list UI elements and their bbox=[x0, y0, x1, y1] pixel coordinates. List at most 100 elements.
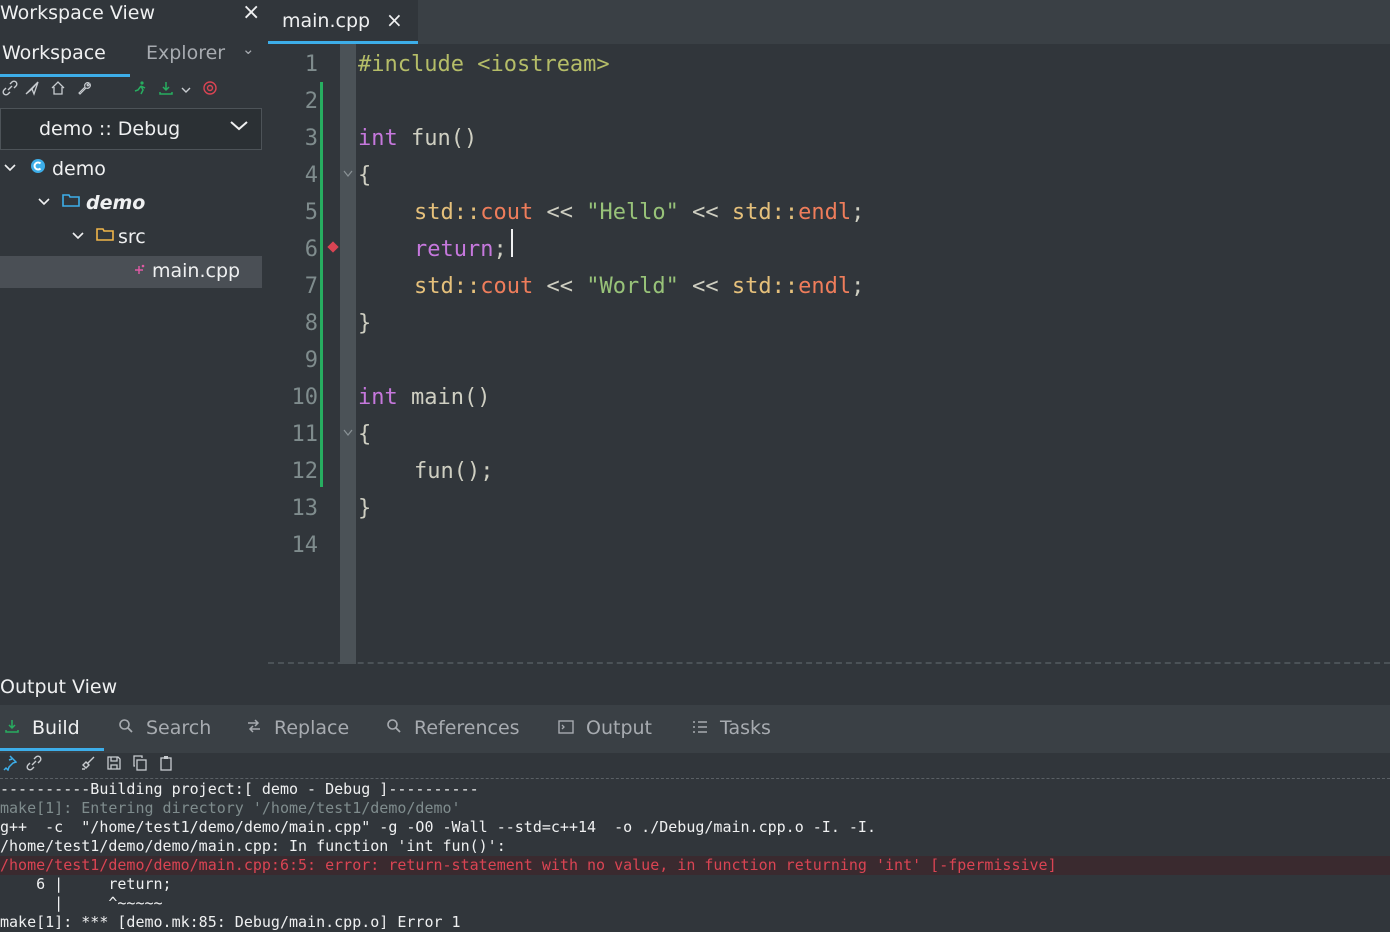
code-editor[interactable]: #include <iostream> int fun() { std::cou… bbox=[358, 44, 1388, 664]
output-panel-title: Output View bbox=[0, 676, 118, 698]
code-line-3: int fun() bbox=[358, 126, 477, 151]
workspace-tree: demo demo src main.cpp bbox=[0, 154, 262, 304]
code-token: ; bbox=[493, 237, 507, 262]
stop-icon[interactable] bbox=[200, 80, 220, 102]
tab-tasks[interactable]: Tasks bbox=[692, 717, 771, 739]
tab-label: Replace bbox=[274, 717, 350, 739]
pin-icon[interactable] bbox=[0, 755, 20, 777]
close-icon[interactable]: × bbox=[242, 0, 260, 25]
code-line-4: { bbox=[358, 163, 371, 188]
tab-workspace[interactable]: Workspace bbox=[2, 42, 106, 64]
code-token: endl bbox=[798, 200, 852, 225]
link-icon[interactable] bbox=[0, 80, 20, 102]
tree-item-workspace[interactable]: demo bbox=[0, 154, 262, 186]
tab-label: Build bbox=[32, 717, 80, 739]
line-number: 9 bbox=[304, 348, 318, 373]
workspace-tabs: Workspace Explorer ⌄ bbox=[0, 38, 262, 78]
code-token: "World" bbox=[586, 274, 679, 299]
active-tab-indicator bbox=[0, 74, 130, 77]
line-number: 4 bbox=[304, 163, 318, 188]
fold-toggle-icon[interactable] bbox=[343, 168, 353, 181]
line-number-gutter: 1 2 3 4 5 6 7 8 9 10 11 12 13 14 bbox=[268, 44, 340, 664]
log-line: | ^~~~~~ bbox=[0, 894, 163, 912]
build-icon[interactable] bbox=[156, 80, 176, 102]
chevron-down-icon[interactable]: ⌄ bbox=[242, 40, 255, 58]
wrench-icon[interactable] bbox=[74, 80, 94, 102]
tab-replace[interactable]: Replace bbox=[246, 717, 349, 739]
tab-output[interactable]: Output bbox=[558, 717, 652, 739]
chevron-down-icon[interactable] bbox=[4, 160, 16, 178]
build-config-select[interactable]: demo :: Debug bbox=[0, 108, 262, 150]
code-token: ; bbox=[851, 274, 865, 299]
tab-label: Output bbox=[586, 717, 652, 739]
code-line-6: return; bbox=[414, 237, 507, 262]
log-line: g++ -c "/home/test1/demo/demo/main.cpp" … bbox=[0, 818, 876, 836]
tree-item-label: demo bbox=[86, 192, 146, 214]
code-token: } bbox=[358, 496, 372, 521]
code-token: << bbox=[533, 200, 587, 225]
close-icon[interactable]: × bbox=[386, 8, 403, 32]
fold-toggle-icon[interactable] bbox=[343, 427, 353, 440]
chevron-down-icon[interactable] bbox=[38, 194, 50, 212]
code-token: << bbox=[533, 274, 587, 299]
search-icon bbox=[386, 719, 402, 738]
build-log[interactable]: ----------Building project:[ demo - Debu… bbox=[0, 780, 1390, 931]
modified-lines-indicator bbox=[320, 82, 323, 487]
link-icon[interactable] bbox=[24, 755, 44, 777]
log-line: ----------Building project:[ demo - Debu… bbox=[0, 780, 479, 798]
code-token: { bbox=[358, 422, 372, 447]
code-token: << bbox=[678, 274, 732, 299]
editor-splitter[interactable] bbox=[268, 662, 1390, 666]
replace-icon bbox=[246, 719, 262, 738]
tab-build[interactable]: Build bbox=[4, 717, 80, 739]
terminal-icon bbox=[558, 719, 574, 738]
tree-item-project[interactable]: demo bbox=[0, 188, 262, 220]
tree-item-folder-src[interactable]: src bbox=[0, 222, 262, 254]
code-line-5: std::cout << "Hello" << std::endl; bbox=[414, 200, 864, 225]
tab-references[interactable]: References bbox=[386, 717, 520, 739]
log-line: make[1]: *** [demo.mk:85: Debug/main.cpp… bbox=[0, 913, 461, 931]
code-line-7: std::cout << "World" << std::endl; bbox=[414, 274, 864, 299]
log-line: /home/test1/demo/demo/main.cpp: In funct… bbox=[0, 837, 506, 855]
line-number: 13 bbox=[291, 496, 319, 521]
log-error-line[interactable]: /home/test1/demo/demo/main.cpp:6:5: erro… bbox=[0, 856, 1390, 875]
code-token: std:: bbox=[731, 200, 799, 225]
run-icon[interactable] bbox=[130, 80, 150, 102]
tree-item-file-main-cpp[interactable]: main.cpp bbox=[0, 256, 262, 288]
code-token: std:: bbox=[414, 200, 481, 225]
paste-icon[interactable] bbox=[156, 755, 176, 777]
code-token: std:: bbox=[731, 274, 799, 299]
tab-explorer[interactable]: Explorer bbox=[146, 42, 225, 64]
code-token: cout bbox=[480, 274, 534, 299]
folder-icon bbox=[62, 192, 80, 213]
tree-item-label: main.cpp bbox=[152, 260, 241, 282]
build-config-value: demo :: Debug bbox=[39, 118, 181, 140]
code-line-1: #include <iostream> bbox=[358, 52, 610, 77]
editor-tab-bar bbox=[268, 0, 1390, 44]
tab-label: Tasks bbox=[720, 717, 771, 739]
tree-item-label: demo bbox=[52, 158, 106, 180]
code-token: <iostream> bbox=[477, 52, 610, 77]
code-line-13: } bbox=[358, 496, 371, 521]
home-icon[interactable] bbox=[48, 80, 68, 102]
line-number: 14 bbox=[291, 533, 319, 558]
chevron-down-icon[interactable] bbox=[176, 80, 196, 102]
tab-label: Search bbox=[146, 717, 212, 739]
copy-icon[interactable] bbox=[130, 755, 150, 777]
line-number: 7 bbox=[304, 274, 318, 299]
cpp-file-icon bbox=[132, 262, 146, 282]
code-token: int bbox=[358, 385, 398, 410]
code-token: fun(); bbox=[414, 459, 494, 484]
clear-icon[interactable] bbox=[78, 755, 98, 777]
editor-tab-main-cpp[interactable]: main.cpp × bbox=[268, 0, 418, 44]
line-number: 12 bbox=[291, 459, 319, 484]
text-cursor bbox=[511, 229, 513, 257]
chevron-down-icon bbox=[227, 113, 251, 143]
log-line: make[1]: Entering directory '/home/test1… bbox=[0, 799, 461, 817]
tab-search[interactable]: Search bbox=[118, 717, 211, 739]
workspace-icon bbox=[30, 158, 46, 179]
save-icon[interactable] bbox=[104, 755, 124, 777]
chevron-down-icon[interactable] bbox=[72, 228, 84, 246]
send-icon[interactable] bbox=[22, 80, 42, 102]
code-line-10: int main() bbox=[358, 385, 490, 410]
